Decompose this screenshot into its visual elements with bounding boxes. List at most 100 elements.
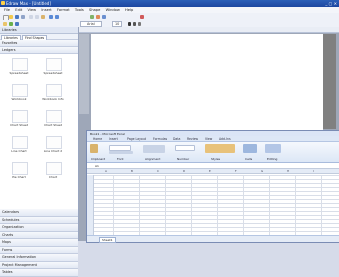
paste-icon[interactable] (90, 144, 98, 153)
shape-icon[interactable] (96, 14, 100, 19)
category-calendars[interactable]: Calendars (0, 209, 78, 217)
open-icon[interactable] (9, 14, 13, 19)
category-label: Schedules (2, 217, 20, 222)
tab-view[interactable]: View (205, 137, 212, 141)
shape-item[interactable]: Workbook Info (38, 82, 68, 106)
category-ledgers[interactable]: Ledgers (0, 47, 78, 54)
cell-grid[interactable] (87, 175, 339, 236)
shape-thumbnail (46, 162, 62, 175)
print-icon[interactable] (21, 14, 25, 19)
category-project-management[interactable]: Project Management (0, 261, 78, 269)
column-header[interactable]: A (105, 169, 107, 173)
alignment-icons[interactable] (143, 145, 165, 153)
menu-edit[interactable]: Edit (15, 8, 22, 12)
shape-item[interactable]: Line Chart 2 (38, 134, 68, 158)
menu-format[interactable]: Format (57, 8, 70, 12)
menu-view[interactable]: View (28, 8, 37, 12)
copy-icon[interactable] (35, 14, 39, 19)
shape-thumbnail (12, 110, 28, 123)
shape-item[interactable]: Line Chart (4, 134, 34, 158)
name-box[interactable]: A1 (95, 164, 99, 168)
redo-icon[interactable] (55, 14, 59, 19)
tab-page-layout[interactable]: Page Layout (127, 137, 146, 141)
editing-icons[interactable] (265, 144, 281, 153)
sheet-tab[interactable]: Sheet1 (99, 237, 116, 243)
connector-icon[interactable] (90, 14, 94, 19)
group-alignment: Alignment (145, 157, 161, 161)
menu-shape[interactable]: Shape (89, 8, 100, 12)
fill-icon[interactable] (9, 21, 13, 26)
excel-title: Book1 - Microsoft Excel (90, 131, 125, 136)
column-header[interactable]: E (209, 169, 211, 173)
category-tables[interactable]: Tables (0, 269, 78, 277)
shape-thumbnail (46, 58, 62, 71)
shape-item[interactable]: Chart (38, 160, 68, 184)
menu-file[interactable]: File (4, 8, 10, 12)
text-icon[interactable] (102, 14, 106, 19)
shape-item[interactable]: Chart Sheet (38, 108, 68, 132)
menu-window[interactable]: Window (106, 8, 120, 12)
shape-item[interactable]: Workbook (4, 82, 34, 106)
style-icon[interactable] (3, 21, 7, 26)
undo-icon[interactable] (49, 14, 53, 19)
tab-review[interactable]: Review (187, 137, 198, 141)
column-header[interactable]: G (261, 169, 263, 173)
menu-help[interactable]: Help (125, 8, 133, 12)
italic-icon[interactable] (133, 21, 136, 26)
shape-thumbnail (12, 162, 28, 175)
tab-data[interactable]: Data (173, 137, 180, 141)
window-controls[interactable]: _ ▢ ✕ (325, 1, 337, 6)
paste-icon[interactable] (41, 14, 45, 19)
bold-icon[interactable] (128, 21, 131, 26)
shape-item[interactable]: Spreadsheet (4, 56, 34, 80)
styles-icons[interactable] (205, 144, 235, 153)
cells-icons[interactable] (243, 144, 257, 153)
shape-label: Line Chart 2 (43, 149, 63, 153)
column-header[interactable]: D (183, 169, 185, 173)
number-format-dropdown[interactable] (175, 145, 195, 151)
column-header[interactable]: I (313, 169, 314, 173)
shape-thumbnail (46, 110, 62, 123)
tab-add-ins[interactable]: Add-Ins (219, 137, 231, 141)
embedded-excel-window[interactable]: Book1 - Microsoft Excel Home Insert Page… (86, 130, 339, 243)
tab-formulas[interactable]: Formulas (153, 137, 167, 141)
column-header[interactable]: H (287, 169, 289, 173)
category-schedules[interactable]: Schedules (0, 216, 78, 224)
line-icon[interactable] (15, 21, 19, 26)
group-editing: Editing (267, 157, 278, 161)
font-format-icons[interactable] (109, 151, 133, 154)
category-label: Organization (2, 225, 24, 229)
category-favorites[interactable]: Favorites (0, 40, 78, 47)
category-label: Favorites (2, 41, 18, 45)
column-header[interactable]: F (235, 169, 237, 173)
cut-icon[interactable] (29, 14, 33, 19)
help-icon[interactable] (140, 14, 144, 19)
shape-label: Chart Sheet (10, 123, 28, 127)
shape-item[interactable]: Spreadsheet (38, 56, 68, 80)
tab-insert[interactable]: Insert (109, 137, 118, 141)
tab-home[interactable]: Home (93, 137, 102, 141)
category-general-information[interactable]: General Information (0, 254, 78, 262)
underline-icon[interactable] (138, 21, 141, 26)
menu-insert[interactable]: Insert (41, 8, 51, 12)
column-header[interactable]: B (131, 169, 133, 173)
category-charts[interactable]: Charts (0, 231, 78, 239)
shape-label: Chart Sheet (44, 123, 62, 127)
save-icon[interactable] (15, 14, 19, 19)
category-maps[interactable]: Maps (0, 239, 78, 247)
shape-label: Chart (48, 175, 58, 179)
shape-label: Spreadsheet (43, 71, 63, 75)
horizontal-ruler (79, 27, 339, 33)
category-forms[interactable]: Forms (0, 246, 78, 254)
menu-tools[interactable]: Tools (75, 8, 84, 12)
shape-thumbnail (12, 84, 28, 97)
shape-label: Pie Chart (12, 175, 26, 179)
category-organization[interactable]: Organization (0, 224, 78, 232)
column-header[interactable]: C (157, 169, 159, 173)
category-label: Project Management (2, 262, 38, 267)
shape-thumbnail (46, 84, 62, 97)
shape-item[interactable]: Pie Chart (4, 160, 34, 184)
shape-thumbnail (12, 58, 28, 71)
shape-item[interactable]: Chart Sheet (4, 108, 34, 132)
library-header: Libraries (0, 27, 78, 34)
